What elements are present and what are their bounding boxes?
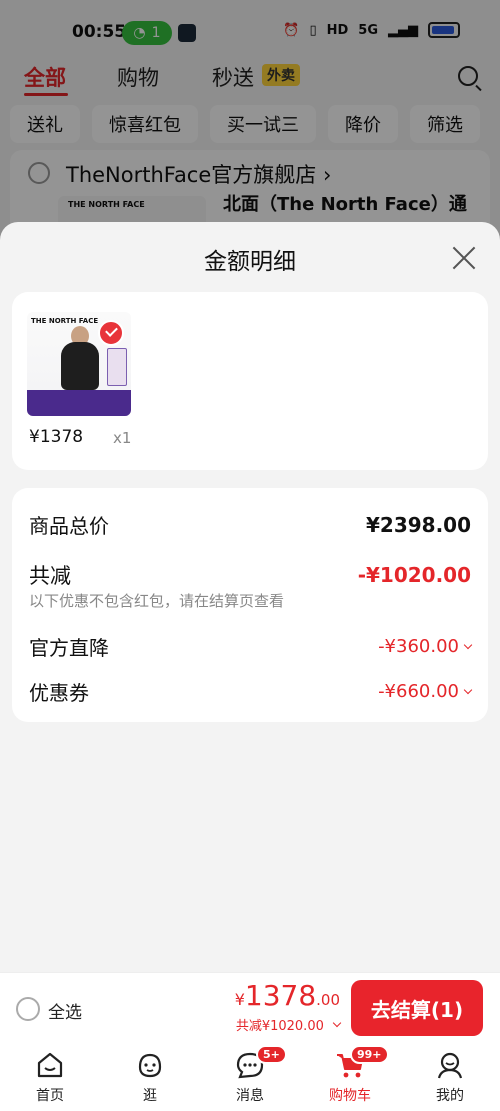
- brand-logo: THE NORTH FACE: [31, 317, 99, 325]
- nav-label: 我的: [436, 1088, 464, 1104]
- nav-label: 消息: [236, 1088, 264, 1104]
- total-decimal: .00: [316, 991, 340, 1009]
- checkout-discount[interactable]: 共减¥1020.00: [235, 1015, 342, 1034]
- item-price: ¥1378: [29, 427, 84, 447]
- official-discount-row[interactable]: 官方直降 -¥360.00: [29, 632, 473, 661]
- chevron-down-icon: [332, 1018, 342, 1028]
- total-integer: 1378: [244, 979, 317, 1012]
- coupon-value: -¥660.00: [378, 681, 459, 702]
- total-label: 商品总价: [29, 514, 109, 538]
- nav-item-home[interactable]: 首页: [0, 1042, 100, 1111]
- nav-item-profile[interactable]: 我的: [400, 1042, 500, 1111]
- total-value: ¥2398.00: [365, 512, 471, 537]
- close-icon[interactable]: [450, 244, 478, 272]
- items-card: THE NORTH FACE ¥1378 x1: [12, 292, 488, 470]
- browse-icon: [138, 1053, 162, 1078]
- cart-badge: 99+: [350, 1045, 389, 1064]
- bottom-nav: 首页 逛 5+ 消息 99+ 购物车 我的: [0, 1042, 500, 1111]
- coupon-label: 优惠券: [29, 681, 89, 705]
- official-value: -¥360.00: [378, 636, 459, 657]
- chevron-down-icon: [463, 640, 473, 650]
- coupon-row[interactable]: 优惠券 -¥660.00: [29, 677, 473, 706]
- discount-text: 共减¥1020.00: [235, 1019, 324, 1034]
- price-summary-card: 商品总价 ¥2398.00 共减 -¥1020.00 以下优惠不包含红包，请在结…: [12, 488, 488, 722]
- chevron-down-icon: [463, 685, 473, 695]
- reduce-row: 共减 -¥1020.00: [29, 560, 471, 590]
- official-label: 官方直降: [29, 636, 109, 660]
- select-all-radio[interactable]: [16, 997, 40, 1021]
- sheet-title: 金额明细: [204, 249, 296, 275]
- profile-icon: [437, 1052, 463, 1079]
- promo-strip: [27, 390, 131, 416]
- jacket-image: [61, 342, 99, 390]
- nav-item-browse[interactable]: 逛: [100, 1042, 200, 1111]
- nav-label: 首页: [36, 1088, 64, 1104]
- checkout-button[interactable]: 去结算(1): [351, 980, 483, 1036]
- item-quantity: x1: [113, 429, 132, 447]
- nav-label: 逛: [143, 1088, 157, 1104]
- promo-poster: [107, 348, 127, 386]
- discount-note: 以下优惠不包含红包，请在结算页查看: [29, 592, 285, 610]
- selected-check-icon: [98, 320, 124, 346]
- home-icon: [37, 1052, 63, 1078]
- nav-label: 购物车: [329, 1088, 371, 1104]
- select-all-label[interactable]: 全选: [48, 998, 82, 1023]
- message-badge: 5+: [256, 1045, 287, 1064]
- checkout-bar: 全选 ¥1378.00 共减¥1020.00 去结算(1): [0, 972, 500, 1042]
- reduce-value: -¥1020.00: [357, 563, 471, 587]
- reduce-label: 共减: [29, 564, 71, 588]
- checkout-total: ¥1378.00: [235, 979, 340, 1012]
- total-row: 商品总价 ¥2398.00: [29, 510, 471, 539]
- currency-symbol: ¥: [234, 990, 245, 1009]
- nav-item-messages[interactable]: 5+ 消息: [200, 1042, 300, 1111]
- nav-item-cart[interactable]: 99+ 购物车: [300, 1042, 400, 1111]
